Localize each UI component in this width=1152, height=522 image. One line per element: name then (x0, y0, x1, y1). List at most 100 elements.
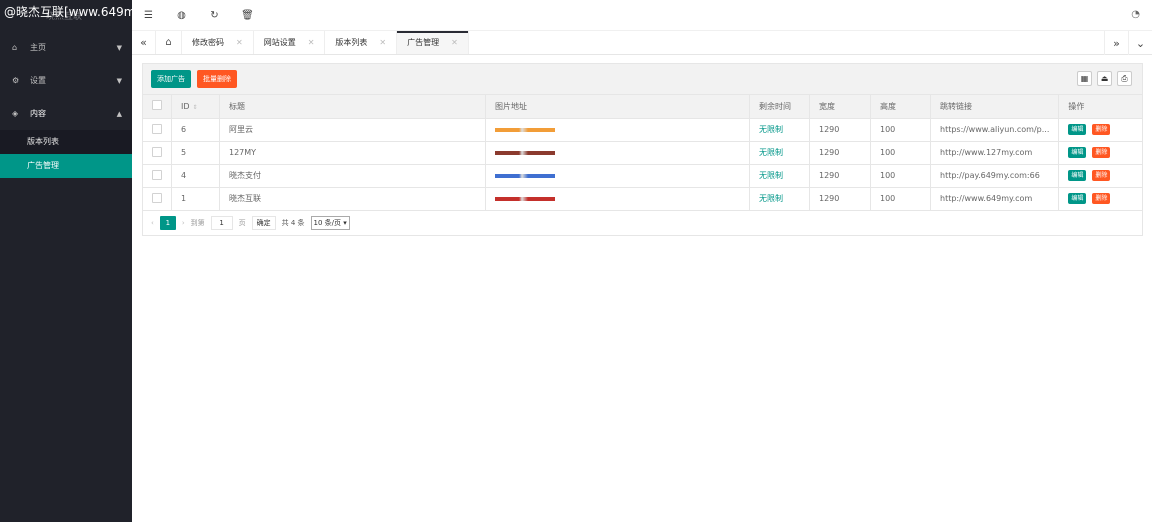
image-cell (485, 141, 750, 165)
edit-button[interactable]: 编辑 (1068, 170, 1087, 181)
title-cell: 晓杰互联 (219, 187, 486, 211)
per-page-value: 10 条/页 (313, 218, 342, 227)
sidebar-item-home[interactable]: ⌂ 主页 ▼ (0, 31, 132, 64)
id-cell: 6 (171, 118, 220, 142)
actions-cell: 编辑 删除 (1058, 141, 1142, 165)
columns-filter-icon[interactable]: ▦ (1077, 71, 1092, 86)
logo-bar: 晓杰互联 @晓杰互联[www.649m (0, 0, 132, 30)
tab-version-list[interactable]: 版本列表 ✕ (325, 31, 398, 54)
edit-button[interactable]: 编辑 (1068, 193, 1087, 204)
column-header-id[interactable]: ID ⇕ (171, 95, 220, 119)
main-content: 添加广告 批量删除 ▦ ⏏ ⎙ ID ⇕ 标题 图片地址 剩余时间 宽度 高度 跳… (132, 55, 1152, 522)
page-unit-label: 页 (238, 218, 246, 227)
add-ad-button[interactable]: 添加广告 (151, 70, 191, 88)
link-cell: http://pay.649my.com:66 (930, 164, 1060, 188)
per-page-select[interactable]: 10 条/页 ▾ (310, 215, 350, 230)
id-cell: 1 (171, 187, 220, 211)
edit-button[interactable]: 编辑 (1068, 147, 1087, 158)
edit-button[interactable]: 编辑 (1068, 124, 1087, 135)
row-checkbox[interactable] (152, 123, 162, 134)
page-input[interactable]: 1 (210, 215, 233, 230)
print-icon[interactable]: ⎙ (1117, 71, 1132, 86)
ad-image-preview[interactable] (495, 128, 555, 132)
home-tab-icon[interactable]: ⌂ (156, 31, 182, 54)
tabs-scroll-left-icon[interactable]: « (132, 31, 156, 54)
sort-icon[interactable]: ⇕ (193, 104, 198, 111)
close-icon[interactable]: ✕ (379, 38, 386, 47)
chevron-down-icon[interactable]: ⌄ (1128, 31, 1152, 55)
goto-label: 到第 (190, 218, 205, 227)
row-select-cell (143, 187, 172, 211)
width-cell: 1290 (809, 164, 871, 188)
sidebar-item-version-list[interactable]: 版本列表 (0, 130, 132, 154)
ad-image-preview[interactable] (495, 151, 555, 155)
top-header: ☰ ◍ ↻ 🗑 ◔ (132, 0, 1152, 30)
remaining-cell: 无限制 (749, 118, 810, 142)
globe-icon[interactable]: ◍ (165, 10, 198, 21)
remaining-cell: 无限制 (749, 141, 810, 165)
column-header-height: 高度 (870, 95, 931, 119)
width-cell: 1290 (809, 141, 871, 165)
ad-table-panel: 添加广告 批量删除 ▦ ⏏ ⎙ ID ⇕ 标题 图片地址 剩余时间 宽度 高度 跳… (142, 63, 1143, 236)
sidebar-item-content[interactable]: ◈ 内容 ▲ (0, 97, 132, 130)
select-all-cell (143, 95, 172, 119)
row-checkbox[interactable] (152, 192, 162, 203)
delete-button[interactable]: 删除 (1092, 147, 1111, 158)
actions-cell: 编辑 删除 (1058, 164, 1142, 188)
trash-icon[interactable]: 🗑 (231, 10, 264, 21)
tabs-scroll-right-icon[interactable]: » (1104, 31, 1128, 55)
refresh-icon[interactable]: ↻ (198, 10, 231, 21)
sidebar-item-label: 设置 (30, 76, 46, 85)
header-label: ID (181, 101, 190, 111)
sidebar: 晓杰互联 @晓杰互联[www.649m ⌂ 主页 ▼ ⚙ 设置 ▼ ◈ 内容 ▲… (0, 0, 132, 522)
table-row: 1 晓杰互联 无限制 1290 100 http://www.649my.com 编辑 删除 (143, 187, 1142, 211)
menu-toggle-icon[interactable]: ☰ (132, 10, 165, 21)
tab-label: 广告管理 (407, 38, 440, 47)
close-icon[interactable]: ✕ (236, 38, 243, 47)
current-page[interactable]: 1 (159, 215, 176, 230)
remaining-cell: 无限制 (749, 187, 810, 211)
link-cell: http://www.649my.com (930, 187, 1060, 211)
theme-icon[interactable]: ◔ (1131, 9, 1140, 20)
diamond-icon: ◈ (12, 109, 19, 118)
height-cell: 100 (870, 141, 931, 165)
tab-change-password[interactable]: 修改密码 ✕ (182, 31, 254, 54)
table-row: 6 阿里云 无限制 1290 100 https://www.aliyun.com/p..… (143, 118, 1142, 142)
tab-site-settings[interactable]: 网站设置 ✕ (254, 31, 326, 54)
close-icon[interactable]: ✕ (451, 38, 458, 47)
row-select-cell (143, 118, 172, 142)
sidebar-item-label: 主页 (30, 43, 46, 52)
row-checkbox[interactable] (152, 169, 162, 180)
sidebar-item-label: 内容 (30, 109, 46, 118)
sidebar-item-ad-management[interactable]: 广告管理 (0, 154, 132, 178)
prev-page-icon[interactable]: ‹ (151, 219, 154, 227)
tab-ad-management[interactable]: 广告管理 ✕ (397, 31, 469, 54)
delete-button[interactable]: 删除 (1092, 170, 1111, 181)
row-checkbox[interactable] (152, 146, 162, 157)
column-header-title: 标题 (219, 95, 486, 119)
ad-image-preview[interactable] (495, 174, 555, 178)
select-all-checkbox[interactable] (152, 100, 162, 111)
delete-button[interactable]: 删除 (1092, 193, 1111, 204)
ad-table: ID ⇕ 标题 图片地址 剩余时间 宽度 高度 跳转链接 操作 6 阿里云 无限制 12… (143, 95, 1142, 211)
image-cell (485, 164, 750, 188)
tab-bar: « ⌂ 修改密码 ✕ 网站设置 ✕ 版本列表 ✕ 广告管理 ✕ » ⌄ (132, 30, 1152, 55)
delete-button[interactable]: 删除 (1092, 124, 1111, 135)
export-icon[interactable]: ⏏ (1097, 71, 1112, 86)
id-cell: 5 (171, 141, 220, 165)
tab-bar-right: » ⌄ (1104, 31, 1152, 55)
ad-image-preview[interactable] (495, 197, 555, 201)
actions-cell: 编辑 删除 (1058, 118, 1142, 142)
caret-down-icon: ▼ (116, 76, 122, 85)
title-cell: 127MY (219, 141, 486, 165)
settings-icon: ⚙ (12, 76, 20, 85)
column-header-actions: 操作 (1058, 95, 1142, 119)
next-page-icon[interactable]: › (182, 219, 185, 227)
caret-down-icon: ▼ (116, 43, 122, 52)
link-cell: https://www.aliyun.com/p... (930, 118, 1060, 142)
sidebar-item-settings[interactable]: ⚙ 设置 ▼ (0, 64, 132, 97)
row-select-cell (143, 164, 172, 188)
confirm-page-button[interactable]: 确定 (251, 215, 276, 230)
close-icon[interactable]: ✕ (308, 38, 315, 47)
batch-delete-button[interactable]: 批量删除 (197, 70, 237, 88)
